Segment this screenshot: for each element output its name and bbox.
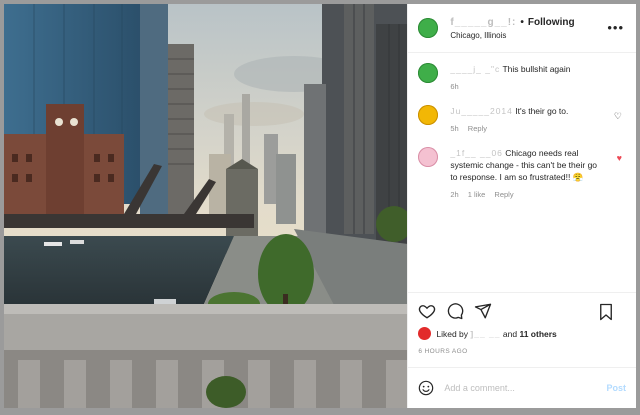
post-button[interactable]: Post <box>606 383 626 393</box>
comment-text: This bullshit again <box>502 64 571 74</box>
comments-list: ____j_ _"c This bullshit again 6h Ju____… <box>408 53 636 292</box>
bookmark-icon[interactable] <box>598 303 614 321</box>
separator-dot: • <box>520 16 524 28</box>
liked-by-and: and <box>502 328 518 339</box>
liker-avatar[interactable] <box>418 327 432 340</box>
comment-item: ____j_ _"c This bullshit again 6h <box>418 63 626 91</box>
chicago-river-photo <box>4 4 408 408</box>
liked-by-row: Liked by ]__ __ and 11 others <box>418 327 626 340</box>
comment-item: _1f__ __06 Chicago needs real systemic c… <box>418 147 626 199</box>
reply-button[interactable]: Reply <box>468 124 487 133</box>
comment-likes-count[interactable]: 1 like <box>468 190 486 199</box>
commenter-username[interactable]: _1f__ __06 <box>450 148 503 158</box>
liked-by-user[interactable]: ]__ __ <box>470 329 500 339</box>
liked-by-prefix: Liked by <box>436 328 469 339</box>
share-icon[interactable] <box>474 302 492 320</box>
author-username[interactable]: f_____g__!: <box>450 17 516 28</box>
following-button[interactable]: Following <box>528 17 575 28</box>
comment-liked-heart-icon[interactable]: ♥ <box>617 153 622 163</box>
commenter-avatar[interactable] <box>418 105 439 125</box>
post-timestamp[interactable]: 6 HOURS AGO <box>418 348 626 355</box>
comment-time[interactable]: 5h <box>450 124 458 133</box>
post-photo[interactable] <box>4 4 408 408</box>
author-avatar[interactable] <box>418 18 439 38</box>
post-header: f_____g__!: • Following Chicago, Illinoi… <box>408 4 636 53</box>
reply-button[interactable]: Reply <box>494 190 513 199</box>
others-count-link[interactable]: 11 others <box>519 329 556 339</box>
comment-text: It's their go to. <box>515 106 569 116</box>
comment-time[interactable]: 2h <box>450 190 458 199</box>
more-icon[interactable]: ••• <box>607 20 624 35</box>
add-comment-bar: Add a comment... Post <box>408 367 636 408</box>
comment-time[interactable]: 6h <box>450 82 458 91</box>
comment-like-heart-icon[interactable]: ♡ <box>614 111 622 122</box>
comment-item: Ju_____2014 It's their go to. 5h Reply ♡ <box>418 105 626 133</box>
comment-icon[interactable] <box>446 302 464 320</box>
post-modal: f_____g__!: • Following Chicago, Illinoi… <box>4 4 636 408</box>
commenter-avatar[interactable] <box>418 147 439 167</box>
post-details-panel: f_____g__!: • Following Chicago, Illinoi… <box>407 4 636 408</box>
commenter-username[interactable]: Ju_____2014 <box>450 106 513 116</box>
post-location[interactable]: Chicago, Illinois <box>450 31 574 40</box>
comment-input[interactable]: Add a comment... <box>444 383 606 393</box>
heart-icon[interactable] <box>418 302 436 320</box>
author-info: f_____g__!: • Following Chicago, Illinoi… <box>450 17 574 40</box>
emoji-icon[interactable] <box>418 380 434 396</box>
post-actions: Liked by ]__ __ and 11 others 6 HOURS AG… <box>408 292 636 359</box>
commenter-username[interactable]: ____j_ _"c <box>450 64 500 74</box>
commenter-avatar[interactable] <box>418 63 439 83</box>
